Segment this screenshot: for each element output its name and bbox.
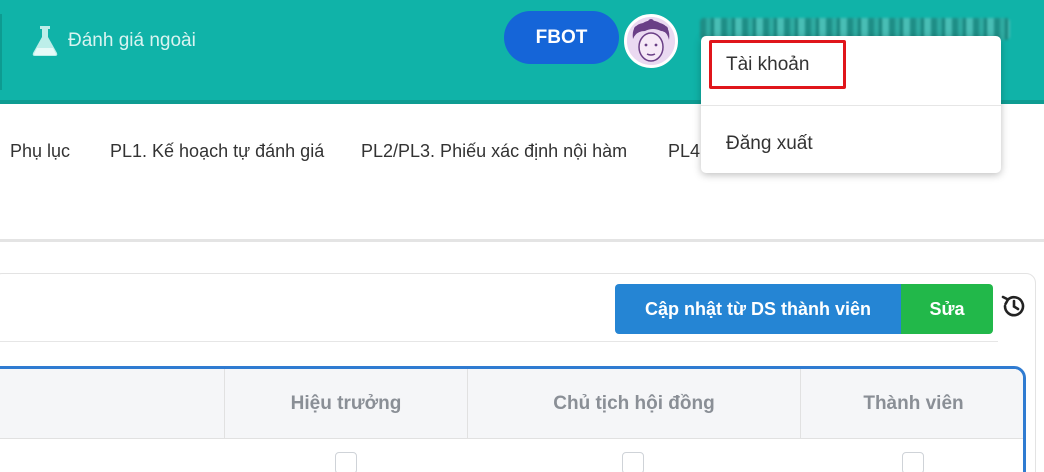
update-from-members-button[interactable]: Cập nhật từ DS thành viên [615, 284, 901, 334]
column-header-council-chair: Chủ tịch hội đồng [467, 369, 800, 439]
principal-checkbox[interactable] [335, 452, 357, 472]
menu-item-logout[interactable]: Đăng xuất [701, 106, 1001, 173]
tab-pl1-self-assessment-plan[interactable]: PL1. Kế hoạch tự đánh giá [110, 141, 324, 162]
column-header-principal: Hiệu trưởng [224, 369, 467, 439]
avatar-face-icon [627, 17, 675, 65]
menu-item-account[interactable]: Tài khoản [701, 36, 1001, 105]
account-dropdown-menu: Tài khoản Đăng xuất [701, 36, 1001, 173]
card-header-divider [0, 341, 998, 342]
tab-appendix[interactable]: Phụ lục [10, 141, 70, 162]
table-header-row: Hiệu trưởng Chủ tịch hội đồng Thành viên [0, 369, 1023, 439]
navbar-divider [0, 14, 2, 90]
tabs-divider [0, 239, 1044, 242]
members-table: Hiệu trưởng Chủ tịch hội đồng Thành viên [0, 366, 1026, 472]
column-header-member: Thành viên [800, 369, 1023, 439]
flask-icon [30, 24, 60, 58]
council-chair-checkbox[interactable] [622, 452, 644, 472]
member-checkbox[interactable] [902, 452, 924, 472]
external-review-nav-item[interactable]: Đánh giá ngoài [30, 24, 196, 58]
history-icon[interactable] [1000, 292, 1028, 320]
tab-pl2-pl3-content-form[interactable]: PL2/PL3. Phiếu xác định nội hàm [361, 141, 627, 162]
menu-item-account-label: Tài khoản [726, 54, 810, 75]
menu-item-logout-label: Đăng xuất [726, 133, 813, 154]
fbot-button[interactable]: FBOT [504, 11, 619, 64]
external-review-label: Đánh giá ngoài [68, 30, 196, 51]
avatar[interactable] [624, 14, 678, 68]
tab-pl4[interactable]: PL4. [668, 141, 705, 162]
edit-button[interactable]: Sửa [901, 284, 993, 334]
